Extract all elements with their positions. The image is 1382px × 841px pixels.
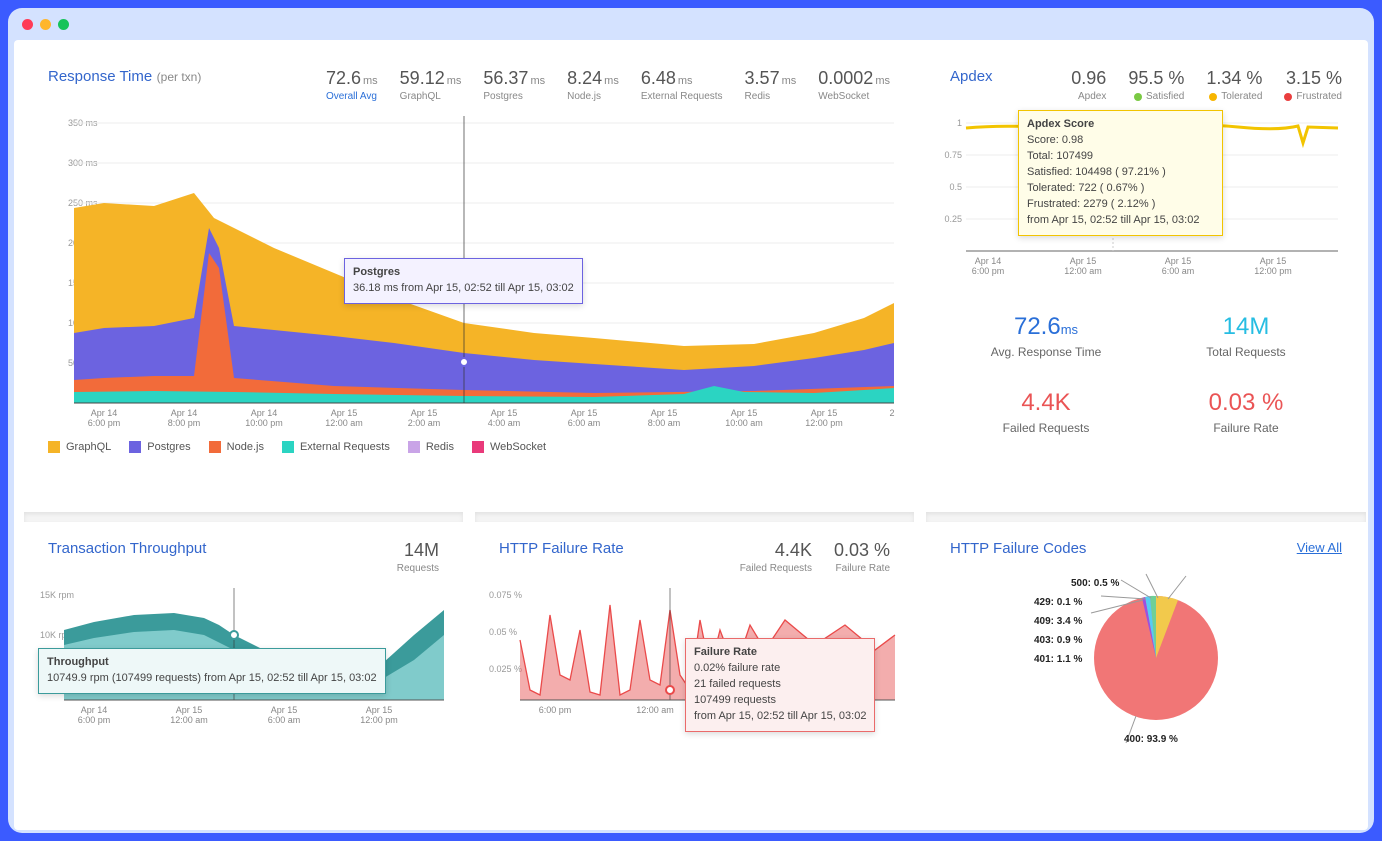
legend-item[interactable]: GraphQL (48, 441, 111, 453)
pie-label: 429: 0.1 % (1034, 597, 1082, 608)
svg-text:1: 1 (957, 118, 962, 128)
svg-text:Apr 15: Apr 15 (811, 408, 838, 418)
panel-response-time: Response Time (per txn) 72.6msOverall Av… (24, 50, 914, 500)
throughput-tooltip: Throughput 10749.9 rpm (107499 requests)… (38, 648, 386, 694)
svg-text:6:00 pm: 6:00 pm (88, 418, 121, 428)
panel-http-codes: HTTP Failure Codes View All (926, 512, 1366, 770)
chart-tooltip: Postgres 36.18 ms from Apr 15, 02:52 til… (344, 258, 583, 304)
metric: 59.12msGraphQL (400, 68, 462, 102)
metric: 3.57msRedis (745, 68, 797, 102)
panel-subtitle: (per txn) (157, 70, 202, 84)
apdex-stats: 72.6msAvg. Response Time 14MTotal Reques… (926, 283, 1366, 465)
svg-text:15K rpm: 15K rpm (40, 590, 74, 600)
svg-text:8:00 am: 8:00 am (648, 418, 681, 428)
svg-text:6:00 am: 6:00 am (568, 418, 601, 428)
panel-http-failure: HTTP Failure Rate 4.4KFailed Requests 0.… (475, 512, 914, 770)
dashboard: Response Time (per txn) 72.6msOverall Av… (14, 40, 1368, 830)
pie-label: 500: 0.5 % (1071, 578, 1119, 589)
svg-text:12:00 pm: 12:00 pm (1254, 266, 1292, 276)
svg-text:2:00 am: 2:00 am (408, 418, 441, 428)
legend-item[interactable]: WebSocket (472, 441, 546, 453)
svg-text:4:00 am: 4:00 am (488, 418, 521, 428)
panel-throughput: Transaction Throughput 14MRequests 15K r… (24, 512, 463, 770)
svg-text:12:00 am: 12:00 am (325, 418, 363, 428)
svg-text:0.25: 0.25 (944, 214, 962, 224)
svg-text:12:00 am: 12:00 am (636, 705, 674, 715)
pie-label: 400: 93.9 % (1124, 734, 1178, 745)
panel-title: HTTP Failure Rate (499, 540, 624, 557)
svg-text:Apr 15: Apr 15 (731, 408, 758, 418)
panel-title: Transaction Throughput (48, 540, 206, 557)
failure-tooltip: Failure Rate 0.02% failure rate 21 faile… (685, 638, 875, 732)
metric: 0.96Apdex (1071, 68, 1106, 102)
svg-text:0.05 %: 0.05 % (489, 627, 517, 637)
svg-text:Apr 15: Apr 15 (331, 408, 358, 418)
svg-text:12:00 pm: 12:00 pm (805, 418, 843, 428)
svg-text:Apr 14: Apr 14 (975, 256, 1002, 266)
svg-text:10:00 am: 10:00 am (725, 418, 763, 428)
svg-text:6:00 pm: 6:00 pm (78, 715, 111, 725)
metric: 6.48msExternal Requests (641, 68, 723, 102)
svg-text:8:00 pm: 8:00 pm (168, 418, 201, 428)
svg-text:6:00 pm: 6:00 pm (539, 705, 572, 715)
pie-label: 409: 3.4 % (1034, 616, 1082, 627)
svg-text:Apr 15: Apr 15 (1070, 256, 1097, 266)
svg-text:Apr 14: Apr 14 (171, 408, 198, 418)
panel-apdex: Apdex 0.96Apdex 95.5 %Satisfied 1.34 %Tole… (926, 50, 1366, 500)
svg-text:Apr 14: Apr 14 (251, 408, 278, 418)
panel-title: Apdex (950, 68, 993, 85)
metric: 3.15 %Frustrated (1284, 68, 1342, 102)
svg-text:0.075 %: 0.075 % (489, 590, 522, 600)
svg-text:Apr 15: Apr 15 (1260, 256, 1287, 266)
legend-item[interactable]: External Requests (282, 441, 390, 453)
pie-label: 401: 1.1 % (1034, 654, 1082, 665)
maximize-window-button[interactable] (58, 19, 69, 30)
pie-label: 403: 0.9 % (1034, 635, 1082, 646)
svg-text:Apr 15: Apr 15 (411, 408, 438, 418)
svg-text:Apr 15: Apr 15 (571, 408, 598, 418)
svg-text:0.75: 0.75 (944, 150, 962, 160)
svg-text:12:00 pm: 12:00 pm (360, 715, 398, 725)
svg-text:0.025 %: 0.025 % (489, 664, 522, 674)
svg-text:12:00 am: 12:00 am (1064, 266, 1102, 276)
metric: 1.34 %Tolerated (1206, 68, 1262, 102)
svg-text:Apr 15: Apr 15 (366, 705, 393, 715)
metric: 72.6msOverall Avg (326, 68, 378, 102)
svg-text:Apr 15: Apr 15 (1165, 256, 1192, 266)
metric: 56.37msPostgres (483, 68, 545, 102)
svg-text:Apr 14: Apr 14 (81, 705, 108, 715)
view-all-link[interactable]: View All (1297, 540, 1342, 555)
svg-text:6:00 am: 6:00 am (1162, 266, 1195, 276)
legend-item[interactable]: Postgres (129, 441, 190, 453)
metric: 95.5 %Satisfied (1128, 68, 1184, 102)
metric: 8.24msNode.js (567, 68, 619, 102)
svg-text:Apr 15: Apr 15 (176, 705, 203, 715)
svg-text:2: 2 (889, 408, 894, 418)
svg-text:6:00 am: 6:00 am (268, 715, 301, 725)
browser-window: Response Time (per txn) 72.6msOverall Av… (8, 8, 1374, 833)
panel-title: HTTP Failure Codes (950, 540, 1086, 557)
titlebar (8, 8, 1374, 40)
svg-text:Apr 14: Apr 14 (91, 408, 118, 418)
svg-text:Apr 15: Apr 15 (271, 705, 298, 715)
svg-text:6:00 pm: 6:00 pm (972, 266, 1005, 276)
legend-item[interactable]: Redis (408, 441, 454, 453)
svg-text:Apr 15: Apr 15 (491, 408, 518, 418)
legend-item[interactable]: Node.js (209, 441, 264, 453)
minimize-window-button[interactable] (40, 19, 51, 30)
svg-text:10:00 pm: 10:00 pm (245, 418, 283, 428)
svg-text:Apr 15: Apr 15 (651, 408, 678, 418)
failure-codes-pie[interactable] (926, 563, 1356, 753)
panel-title: Response Time (48, 68, 152, 85)
metrics-row: 72.6msOverall Avg 59.12msGraphQL 56.37msPo… (326, 68, 890, 102)
chart-legend: GraphQL Postgres Node.js External Requests R… (24, 433, 914, 461)
svg-text:0.5: 0.5 (949, 182, 962, 192)
close-window-button[interactable] (22, 19, 33, 30)
apdex-tooltip: Apdex Score Score: 0.98 Total: 107499 Sa… (1018, 110, 1223, 236)
metric: 0.0002msWebSocket (818, 68, 890, 102)
svg-text:12:00 am: 12:00 am (170, 715, 208, 725)
